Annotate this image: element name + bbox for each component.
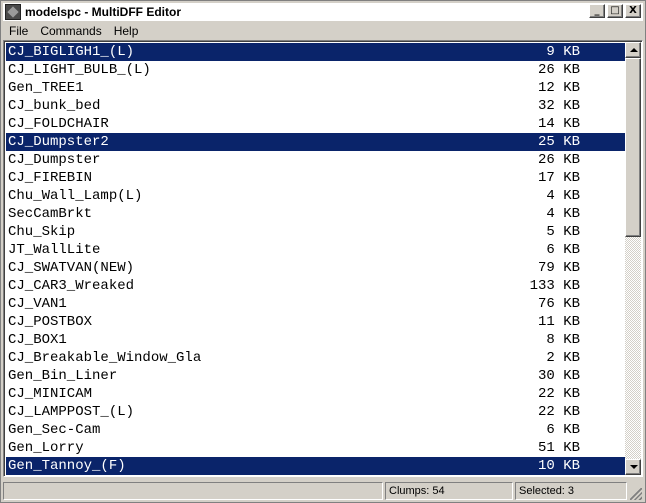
list-item[interactable]: CJ_bunk_bed 32 KB — [6, 97, 626, 115]
list-item[interactable]: Gen_TREE1 12 KB — [6, 79, 626, 97]
clump-name: JT_WallLite — [8, 242, 101, 258]
list-item[interactable]: CJ_BIGLIGH1_(L) 9 KB — [6, 43, 626, 61]
clump-size: 2 KB — [546, 350, 580, 366]
clump-name: CJ_POSTBOX — [8, 314, 93, 330]
clump-name: Gen_Bin_Liner — [8, 368, 118, 384]
status-clumps: Clumps: 54 — [385, 482, 513, 500]
list-item[interactable]: JT_WallLite 6 KB — [6, 241, 626, 259]
clump-name: CJ_VAN1 — [8, 296, 67, 312]
clump-size: 4 KB — [546, 206, 580, 222]
clump-name: CJ_FOLDCHAIR — [8, 116, 109, 132]
list-item[interactable]: CJ_Dumpster2 25 KB — [6, 133, 626, 151]
list-item[interactable]: CJ_Breakable_Window_Gla 2 KB — [6, 349, 626, 367]
list-item[interactable]: CJ_FIREBIN 17 KB — [6, 169, 626, 187]
clump-size: 12 KB — [537, 80, 580, 96]
list-item[interactable]: CJ_CAR3_Wreaked 133 KB — [6, 277, 626, 295]
window-title: modelspc - MultiDFF Editor — [25, 5, 181, 19]
clump-name: CJ_LAMPPOST_(L) — [8, 404, 135, 420]
menu-help[interactable]: Help — [108, 22, 145, 40]
list-item[interactable]: CJ_BOX1 8 KB — [6, 331, 626, 349]
status-bar: Clumps: 54 Selected: 3 — [3, 481, 643, 501]
arrow-up-icon — [630, 48, 638, 52]
clump-name: Gen_Lorry — [8, 440, 84, 456]
list-item[interactable]: CJ_FOLDCHAIR 14 KB — [6, 115, 626, 133]
list-item[interactable]: CJ_POSTBOX 11 KB — [6, 313, 626, 331]
resize-grip-icon[interactable] — [630, 488, 642, 500]
clump-name: CJ_Dumpster — [8, 152, 101, 168]
clump-size: 5 KB — [546, 224, 580, 240]
clump-name: CJ_SWATVAN(NEW) — [8, 260, 135, 276]
title-bar[interactable]: modelspc - MultiDFF Editor _ □ X — [3, 3, 643, 21]
main-window: modelspc - MultiDFF Editor _ □ X File Co… — [0, 0, 646, 503]
clump-name: CJ_MINICAM — [8, 386, 93, 402]
scroll-down-button[interactable] — [625, 459, 641, 475]
menu-bar: File Commands Help — [3, 22, 643, 40]
clump-size: 10 KB — [537, 458, 580, 474]
close-button[interactable]: X — [625, 4, 641, 18]
list-item[interactable]: CJ_SWATVAN(NEW) 79 KB — [6, 259, 626, 277]
clump-size: 11 KB — [537, 314, 580, 330]
clump-size: 79 KB — [537, 260, 580, 276]
clump-name: Gen_Tannoy_(F) — [8, 458, 126, 474]
list-item[interactable]: CJ_MINICAM 22 KB — [6, 385, 626, 403]
scroll-up-button[interactable] — [625, 42, 641, 58]
menu-file[interactable]: File — [3, 22, 34, 40]
clump-name: Gen_TREE1 — [8, 80, 84, 96]
clump-name: CJ_BIGLIGH1_(L) — [8, 44, 135, 60]
clump-size: 4 KB — [546, 188, 580, 204]
clump-size: 6 KB — [546, 422, 580, 438]
app-icon[interactable] — [5, 4, 21, 20]
list-item[interactable]: CJ_Dumpster 26 KB — [6, 151, 626, 169]
clump-size: 25 KB — [537, 134, 580, 150]
clump-name: CJ_bunk_bed — [8, 98, 101, 114]
status-selected: Selected: 3 — [515, 482, 627, 500]
clump-size: 30 KB — [537, 368, 580, 384]
clump-size: 9 KB — [546, 44, 580, 60]
title-buttons: _ □ X — [587, 4, 641, 18]
clump-name: Chu_Wall_Lamp(L) — [8, 188, 143, 204]
clump-size: 17 KB — [537, 170, 580, 186]
clump-size: 26 KB — [537, 62, 580, 78]
maximize-button[interactable]: □ — [607, 4, 623, 18]
clump-name: CJ_LIGHT_BULB_(L) — [8, 62, 151, 78]
clump-list[interactable]: CJ_BIGLIGH1_(L) 9 KB CJ_LIGHT_BULB_(L) 26 K… — [3, 40, 643, 477]
list-item[interactable]: CJ_LAMPPOST_(L) 22 KB — [6, 403, 626, 421]
clump-list-rows: CJ_BIGLIGH1_(L) 9 KB CJ_LIGHT_BULB_(L) 26 K… — [6, 43, 626, 475]
clump-size: 51 KB — [537, 440, 580, 456]
clump-name: CJ_Breakable_Window_Gla — [8, 350, 202, 366]
clump-size: 76 KB — [537, 296, 580, 312]
list-item[interactable]: Gen_Sec-Cam 6 KB — [6, 421, 626, 439]
clump-size: 22 KB — [537, 386, 580, 402]
status-panel-empty — [3, 482, 383, 500]
clump-name: CJ_BOX1 — [8, 332, 67, 348]
clump-name: CJ_Dumpster2 — [8, 134, 109, 150]
arrow-down-icon — [630, 465, 638, 469]
list-item[interactable]: Gen_Lorry 51 KB — [6, 439, 626, 457]
menu-commands[interactable]: Commands — [34, 22, 107, 40]
clump-size: 32 KB — [537, 98, 580, 114]
list-item[interactable]: CJ_LIGHT_BULB_(L) 26 KB — [6, 61, 626, 79]
scroll-thumb[interactable] — [625, 58, 641, 237]
clump-name: Gen_Sec-Cam — [8, 422, 101, 438]
list-item[interactable]: Chu_Wall_Lamp(L) 4 KB — [6, 187, 626, 205]
clump-size: 6 KB — [546, 242, 580, 258]
clump-name: SecCamBrkt — [8, 206, 93, 222]
clump-size: 14 KB — [537, 116, 580, 132]
clump-size: 8 KB — [546, 332, 580, 348]
list-item[interactable]: CJ_VAN1 76 KB — [6, 295, 626, 313]
clump-size: 22 KB — [537, 404, 580, 420]
clump-name: Chu_Skip — [8, 224, 76, 240]
clump-size: 26 KB — [537, 152, 580, 168]
clump-name: CJ_FIREBIN — [8, 170, 93, 186]
vertical-scrollbar[interactable] — [625, 42, 641, 475]
list-item[interactable]: Chu_Skip 5 KB — [6, 223, 626, 241]
clump-name: CJ_CAR3_Wreaked — [8, 278, 135, 294]
list-item[interactable]: SecCamBrkt 4 KB — [6, 205, 626, 223]
minimize-button[interactable]: _ — [589, 4, 605, 18]
list-item[interactable]: Gen_Bin_Liner 30 KB — [6, 367, 626, 385]
clump-size: 133 KB — [529, 278, 580, 294]
list-item[interactable]: Gen_Tannoy_(F) 10 KB — [6, 457, 626, 475]
